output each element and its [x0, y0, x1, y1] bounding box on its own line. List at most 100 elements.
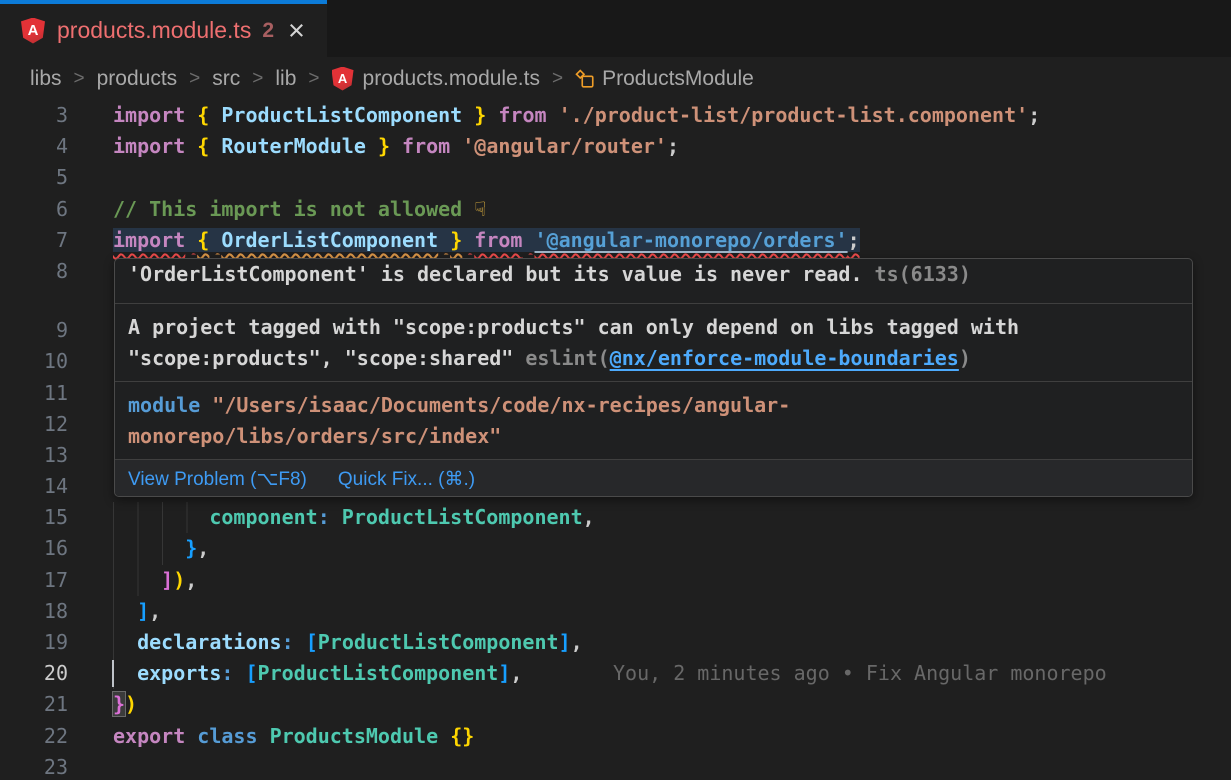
code-token: from — [498, 103, 546, 127]
code-text: component: ProductListComponent, — [113, 502, 595, 533]
breadcrumb-separator-icon: > — [189, 68, 200, 90]
module-info-line1: module "/Users/isaac/Documents/code/nx-r… — [128, 390, 1192, 421]
line-number[interactable]: 15 — [0, 502, 90, 533]
code-token: "scope:products", "scope:shared" — [128, 346, 525, 370]
hover-ts-diagnostic: 'OrderListComponent' is declared but its… — [115, 259, 1192, 303]
line-number[interactable]: 12 — [0, 409, 90, 440]
code-token: ] — [498, 661, 510, 685]
code-text: exports: [ProductListComponent], — [113, 658, 522, 689]
line-number[interactable]: 18 — [0, 596, 90, 627]
breadcrumb-label: libs — [30, 67, 62, 91]
code-token: from — [402, 134, 450, 158]
line-number[interactable]: 23 — [0, 752, 90, 780]
angular-icon: A — [21, 18, 45, 44]
code-text: import { OrderListComponent } from '@ang… — [113, 225, 860, 256]
code-line-16[interactable]: 16 }, — [0, 533, 1231, 564]
line-number[interactable]: 9 — [0, 315, 90, 346]
code-line-7[interactable]: 7 import { OrderListComponent } from '@an… — [0, 225, 1231, 256]
line-number[interactable]: 4 — [0, 131, 90, 162]
code-token: ProductsModule — [270, 724, 439, 748]
line-number[interactable]: 14 — [0, 471, 90, 502]
line-number[interactable]: 7 — [0, 225, 90, 256]
line-number[interactable]: 10 — [0, 346, 90, 377]
close-icon[interactable]: × — [288, 21, 305, 41]
code-token — [113, 505, 209, 529]
code-token — [294, 630, 306, 654]
code-line-4[interactable]: 4import { RouterModule } from '@angular/… — [0, 131, 1231, 162]
hover-module-info: module "/Users/isaac/Documents/code/nx-r… — [115, 381, 1192, 459]
line-number[interactable]: 21 — [0, 689, 90, 720]
code-token: import — [113, 228, 185, 252]
angular-icon: A — [332, 67, 354, 91]
code-token — [113, 661, 137, 685]
code-token — [113, 536, 185, 560]
code-token: , — [185, 568, 197, 592]
tab-label: products.module.ts — [57, 17, 251, 44]
code-text: }) — [113, 689, 137, 720]
hover-popup: 'OrderListComponent' is declared but its… — [114, 258, 1193, 497]
breadcrumb-item-lib[interactable]: lib — [275, 67, 296, 91]
line-number[interactable]: 5 — [0, 162, 90, 193]
code-token: "/Users/isaac/Documents/code/nx-recipes/… — [212, 393, 790, 417]
code-token: ) — [125, 692, 137, 716]
breadcrumb-item-products-module-ts[interactable]: Aproducts.module.ts — [332, 67, 540, 91]
code-line-22[interactable]: 22export class ProductsModule {} — [0, 721, 1231, 752]
code-token: } — [450, 228, 462, 252]
code-token: ] — [137, 599, 149, 623]
code-text: ]), — [113, 565, 197, 596]
line-number[interactable]: 13 — [0, 440, 90, 471]
code-line-19[interactable]: 19 declarations: [ProductListComponent], — [0, 627, 1231, 658]
breadcrumb-label: products — [97, 67, 178, 91]
line-number[interactable]: 19 — [0, 627, 90, 658]
breadcrumb-item-productsmodule[interactable]: ProductsModule — [575, 67, 754, 91]
code-token — [113, 568, 161, 592]
breadcrumb-item-products[interactable]: products — [97, 67, 178, 91]
code-token: ProductListComponent — [318, 630, 559, 654]
line-number[interactable]: 8 — [0, 256, 90, 287]
tab-products-module[interactable]: A products.module.ts 2 × — [0, 0, 327, 57]
code-line-18[interactable]: 18 ], — [0, 596, 1231, 627]
code-token: : — [318, 505, 330, 529]
breadcrumb-item-src[interactable]: src — [212, 67, 240, 91]
code-line-23[interactable]: 23 — [0, 752, 1231, 780]
ts-diagnostic-text: 'OrderListComponent' is declared but its… — [128, 259, 1192, 290]
code-token: } — [474, 103, 486, 127]
code-token: import — [113, 134, 185, 158]
code-line-20[interactable]: 20 exports: [ProductListComponent],You, … — [0, 658, 1231, 689]
tab-bar: A products.module.ts 2 × — [0, 0, 1231, 57]
error-highlight-range: import { OrderListComponent } from '@ang… — [113, 228, 860, 252]
code-token: [ — [245, 661, 257, 685]
code-token: ProductListComponent — [342, 505, 583, 529]
code-token: : — [221, 661, 233, 685]
code-token: , — [197, 536, 209, 560]
breadcrumb-item-libs[interactable]: libs — [30, 67, 62, 91]
line-number[interactable]: 11 — [0, 378, 90, 409]
code-line-17[interactable]: 17 ]), — [0, 565, 1231, 596]
code-token: { — [197, 103, 209, 127]
line-number[interactable]: 6 — [0, 194, 90, 225]
code-token: ; — [667, 134, 679, 158]
line-number[interactable]: 17 — [0, 565, 90, 596]
line-number[interactable]: 16 — [0, 533, 90, 564]
code-token: RouterModule — [221, 134, 366, 158]
code-text: import { ProductListComponent } from './… — [113, 100, 1040, 131]
code-token: } — [378, 134, 390, 158]
code-token — [330, 505, 342, 529]
code-token: ProductListComponent — [221, 103, 462, 127]
code-line-6[interactable]: 6// This import is not allowed ☟ — [0, 194, 1231, 225]
code-token: class — [197, 724, 257, 748]
code-line-3[interactable]: 3 import { ProductListComponent } from '.… — [0, 100, 1231, 131]
line-number[interactable]: 22 — [0, 721, 90, 752]
line-number[interactable]: 20 — [0, 658, 90, 689]
code-token: , — [149, 599, 161, 623]
line-number[interactable]: 3 — [0, 100, 90, 131]
code-line-15[interactable]: 15 component: ProductListComponent, — [0, 502, 1231, 533]
code-line-21[interactable]: 21}) — [0, 689, 1231, 720]
code-line-5[interactable]: 5 — [0, 162, 1231, 193]
quick-fix-action[interactable]: Quick Fix... (⌘.) — [338, 468, 475, 491]
code-token: : — [282, 630, 294, 654]
editor-pane[interactable]: 3 import { ProductListComponent } from '.… — [0, 100, 1231, 780]
code-token — [113, 630, 137, 654]
eslint-diagnostic-line1: A project tagged with "scope:products" c… — [128, 312, 1192, 343]
view-problem-action[interactable]: View Problem (⌥F8) — [128, 468, 307, 491]
